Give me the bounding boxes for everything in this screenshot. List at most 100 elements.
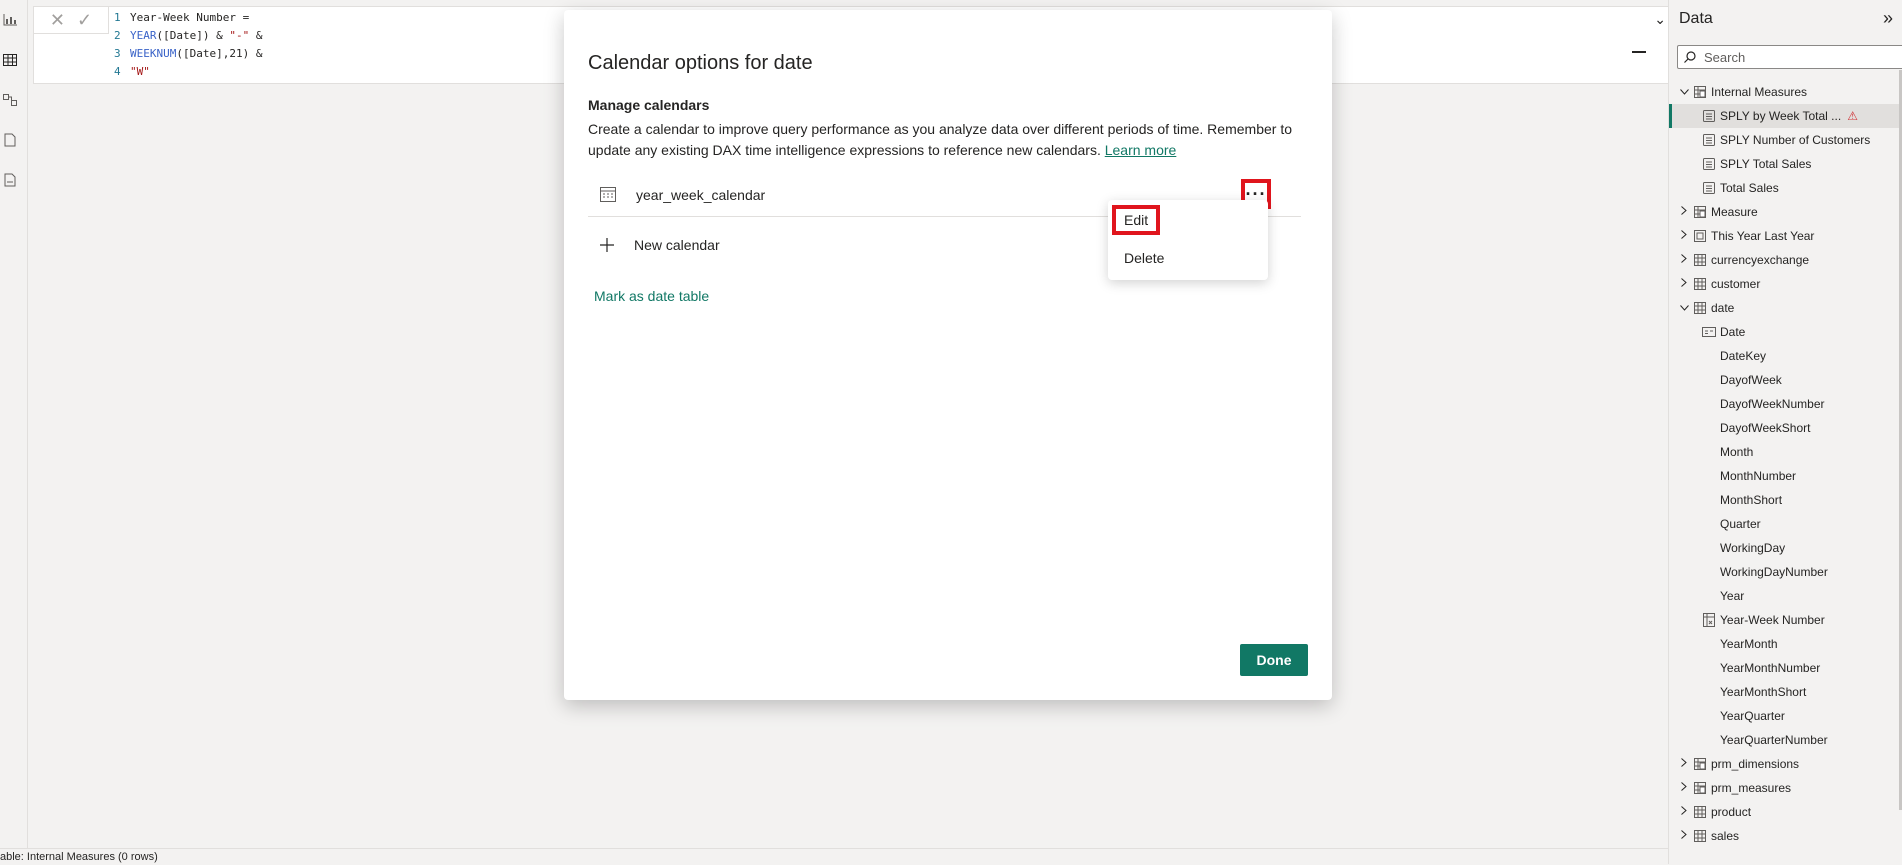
status-text: able: Internal Measures (0 rows) xyxy=(0,851,158,863)
dialog-title: Calendar options for date xyxy=(588,52,813,74)
expand-formula-chevron-icon[interactable]: ⌄ xyxy=(1654,11,1666,28)
tree-item[interactable]: sales xyxy=(1669,824,1902,848)
menu-item-edit[interactable]: Edit xyxy=(1108,203,1268,237)
tree-item[interactable]: WorkingDayNumber xyxy=(1669,560,1902,584)
tree-item[interactable]: YearQuarter xyxy=(1669,704,1902,728)
mark-as-date-table-link[interactable]: Mark as date table xyxy=(594,288,709,304)
collapse-pane-icon[interactable]: » xyxy=(1883,8,1893,29)
chevron-right-icon[interactable] xyxy=(1679,758,1689,770)
tree-item[interactable]: This Year Last Year xyxy=(1669,224,1902,248)
tree-item[interactable]: MonthNumber xyxy=(1669,464,1902,488)
tree-item[interactable]: MonthShort xyxy=(1669,488,1902,512)
plus-icon xyxy=(598,236,616,254)
field-spacer xyxy=(1702,494,1716,506)
tree-item[interactable]: Year xyxy=(1669,584,1902,608)
field-spacer xyxy=(1702,374,1716,386)
tree-item[interactable]: YearQuarterNumber xyxy=(1669,728,1902,752)
formula-token: YEAR xyxy=(130,29,157,42)
measure-table-icon xyxy=(1693,782,1707,794)
data-pane: Data » Internal Measures SPLY by Week Tot… xyxy=(1668,0,1902,864)
chevron-right-icon[interactable] xyxy=(1679,806,1689,818)
search-input[interactable] xyxy=(1702,48,1896,66)
cancel-formula-icon[interactable]: ✕ xyxy=(50,10,65,31)
model-view-icon[interactable] xyxy=(0,90,20,110)
formula-line: 2 YEAR([Date]) & "-" & xyxy=(114,27,262,45)
tree-item[interactable]: WorkingDay xyxy=(1669,536,1902,560)
formula-editor[interactable]: 1 Year-Week Number = 2 YEAR([Date]) & "-" &… xyxy=(114,9,262,81)
learn-more-link[interactable]: Learn more xyxy=(1105,142,1177,158)
tree-item[interactable]: DayofWeekShort xyxy=(1669,416,1902,440)
tree-item[interactable]: YearMonthNumber xyxy=(1669,656,1902,680)
tree-item[interactable]: Date xyxy=(1669,320,1902,344)
tree-item[interactable]: SPLY by Week Total ... ⚠ xyxy=(1669,104,1902,128)
tree-item[interactable]: DateKey xyxy=(1669,344,1902,368)
data-search-box[interactable] xyxy=(1677,45,1902,69)
chevron-right-icon[interactable] xyxy=(1679,206,1689,218)
line-number: 1 xyxy=(114,11,121,24)
chevron-right-icon[interactable] xyxy=(1679,782,1689,794)
tree-item-label: YearMonthNumber xyxy=(1720,661,1821,675)
tree-item[interactable]: YearMonthShort xyxy=(1669,680,1902,704)
chevron-right-icon[interactable] xyxy=(1679,830,1689,842)
tree-item[interactable]: Year-Week Number xyxy=(1669,608,1902,632)
tree-item-label: Date xyxy=(1720,325,1746,339)
line-number: 4 xyxy=(114,65,121,78)
tree-item[interactable]: product xyxy=(1669,800,1902,824)
measure-table-icon xyxy=(1693,86,1707,98)
tree-item[interactable]: prm_dimensions xyxy=(1669,752,1902,776)
tree-item-label: DayofWeekNumber xyxy=(1720,397,1825,411)
tree-item[interactable]: Internal Measures xyxy=(1669,80,1902,104)
field-spacer xyxy=(1702,446,1716,458)
report-view-icon[interactable] xyxy=(0,10,20,30)
chevron-down-icon[interactable] xyxy=(1679,303,1689,314)
chevron-right-icon[interactable] xyxy=(1679,230,1689,242)
tree-item[interactable]: customer xyxy=(1669,272,1902,296)
chevron-right-icon[interactable] xyxy=(1679,254,1689,266)
tree-item[interactable]: DayofWeek xyxy=(1669,368,1902,392)
tree-item[interactable]: Measure xyxy=(1669,200,1902,224)
chevron-right-icon[interactable] xyxy=(1679,278,1689,290)
table-view-icon[interactable] xyxy=(0,50,20,70)
field-spacer xyxy=(1702,662,1716,674)
dax-query-view-icon[interactable] xyxy=(0,130,20,150)
tree-item-label: Year-Week Number xyxy=(1720,613,1825,627)
tree-item-label: prm_dimensions xyxy=(1711,757,1800,771)
chevron-down-icon[interactable] xyxy=(1679,87,1689,98)
field-spacer xyxy=(1702,350,1716,362)
menu-item-delete[interactable]: Delete xyxy=(1108,241,1268,275)
tree-item[interactable]: Total Sales xyxy=(1669,176,1902,200)
tree-item[interactable]: SPLY Total Sales xyxy=(1669,152,1902,176)
tree-item-label: Total Sales xyxy=(1720,181,1779,195)
field-spacer xyxy=(1702,590,1716,602)
tree-item[interactable]: currencyexchange xyxy=(1669,248,1902,272)
new-calendar-button[interactable]: New calendar xyxy=(588,228,888,262)
tree-item[interactable]: SPLY Number of Customers xyxy=(1669,128,1902,152)
tree-item[interactable]: Month xyxy=(1669,440,1902,464)
tree-item-label: Month xyxy=(1720,445,1754,459)
field-spacer xyxy=(1702,734,1716,746)
tree-item-label: YearMonthShort xyxy=(1720,685,1807,699)
tree-item[interactable]: DayofWeekNumber xyxy=(1669,392,1902,416)
tree-item[interactable]: Quarter xyxy=(1669,512,1902,536)
field-spacer xyxy=(1702,398,1716,410)
commit-formula-icon[interactable]: ✓ xyxy=(77,10,92,31)
tree-item-label: MonthShort xyxy=(1720,493,1783,507)
line-number: 2 xyxy=(114,29,121,42)
calendar-icon xyxy=(600,186,616,207)
warning-icon: ⚠ xyxy=(1847,109,1858,123)
table-icon xyxy=(1693,302,1707,314)
description-text: Create a calendar to improve query perfo… xyxy=(588,121,1292,158)
measure-icon xyxy=(1702,110,1716,122)
formula-line: 4 "W" xyxy=(114,63,262,81)
collapse-formula-icon[interactable] xyxy=(1632,51,1646,53)
tree-item[interactable]: date xyxy=(1669,296,1902,320)
tree-item[interactable]: prm_measures xyxy=(1669,776,1902,800)
tree-item[interactable]: YearMonth xyxy=(1669,632,1902,656)
tree-item-label: product xyxy=(1711,805,1752,819)
tree-item-label: SPLY Total Sales xyxy=(1720,157,1812,171)
tree-item-label: YearQuarterNumber xyxy=(1720,733,1828,747)
data-pane-title: Data xyxy=(1679,10,1713,27)
table-icon xyxy=(1693,830,1707,842)
tmdl-view-icon[interactable] xyxy=(0,170,20,190)
done-button[interactable]: Done xyxy=(1240,644,1308,676)
